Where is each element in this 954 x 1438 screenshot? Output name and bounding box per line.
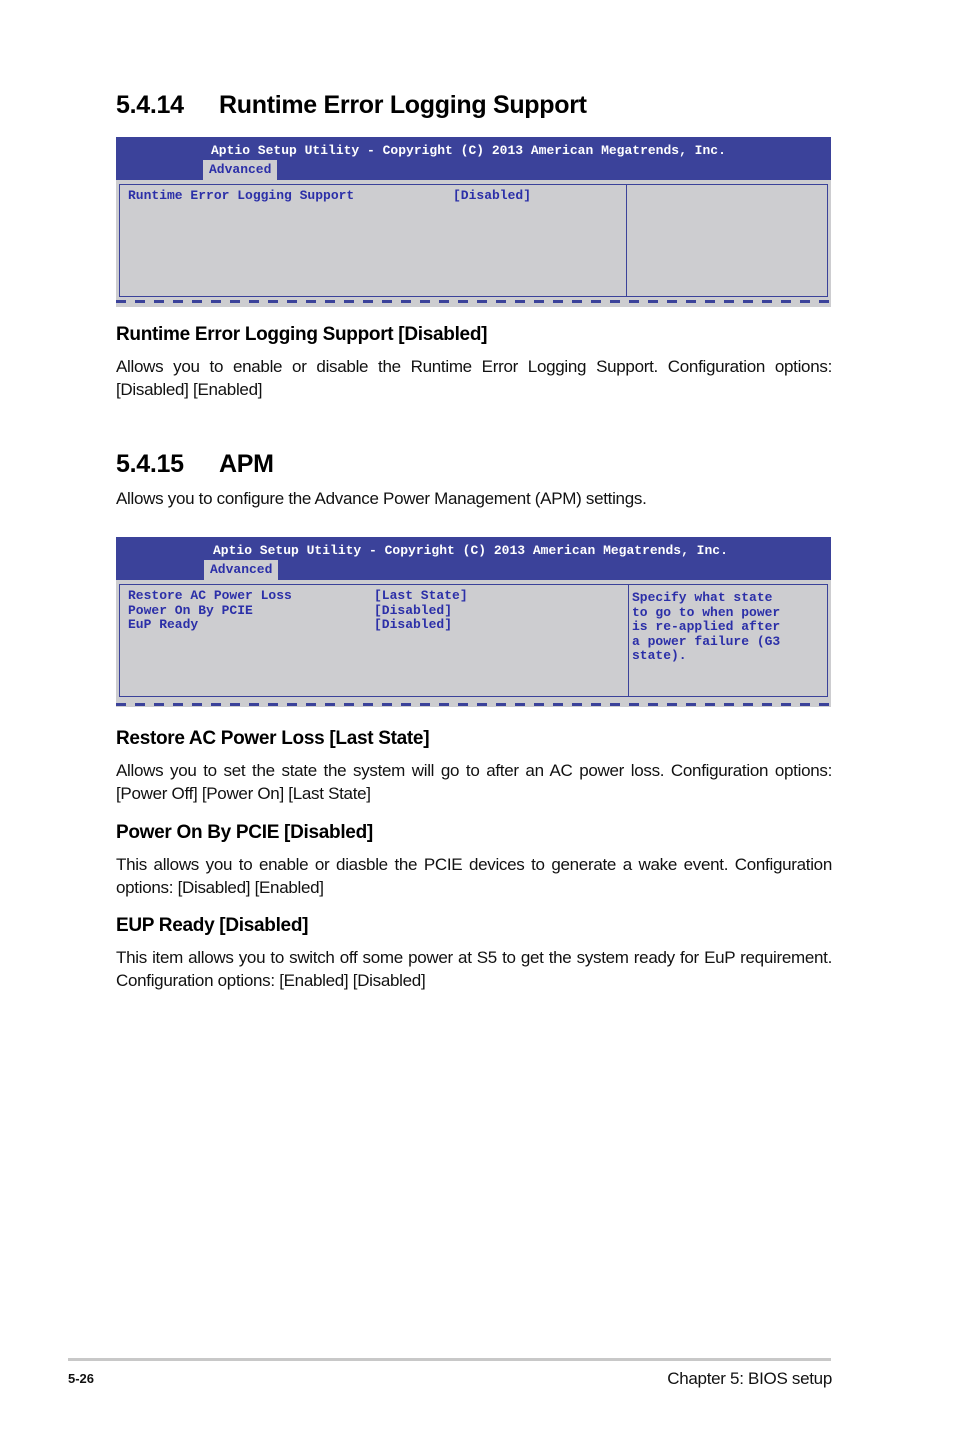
bios-panel-divider xyxy=(628,585,629,696)
bios-dashed-border xyxy=(116,300,832,303)
bios-tab-advanced[interactable]: Advanced xyxy=(203,160,278,180)
bios-item-value[interactable]: [Disabled] xyxy=(374,617,452,633)
section-title: APM xyxy=(219,450,274,478)
option-description-power-on-by-pcie: This allows you to enable or diasble the… xyxy=(116,855,832,897)
footer-rule xyxy=(68,1358,831,1361)
bios-dashed-border xyxy=(116,703,832,706)
option-heading-restore-ac-power-loss: Restore AC Power Loss [Last State] xyxy=(116,728,430,749)
footer-chapter-title: Chapter 5: BIOS setup xyxy=(667,1369,832,1388)
option-heading-runtime-error-logging: Runtime Error Logging Support [Disabled] xyxy=(116,324,488,345)
option-description-restore-ac-power-loss: Allows you to set the state the system w… xyxy=(116,761,832,803)
bios-help-text: Specify what state to go to when power i… xyxy=(632,590,781,663)
section-heading-apm: 5.4.15 APM xyxy=(116,450,274,479)
bios-tab-advanced[interactable]: Advanced xyxy=(204,560,279,580)
option-description-runtime-error-logging: Allows you to enable or disable the Runt… xyxy=(116,357,832,399)
bios-item-eup-ready[interactable]: EuP Ready xyxy=(128,617,198,633)
bios-title-bar: Aptio Setup Utility - Copyright (C) 2013… xyxy=(211,143,726,158)
section-intro-apm: Allows you to configure the Advance Powe… xyxy=(116,489,647,508)
bios-body: Runtime Error Logging Support [Disabled] xyxy=(116,180,832,307)
bios-panel-divider xyxy=(626,185,627,296)
bios-screenshot-runtime-error: Aptio Setup Utility - Copyright (C) 2013… xyxy=(116,137,832,307)
section-number: 5.4.14 xyxy=(116,91,184,119)
bios-title-bar: Aptio Setup Utility - Copyright (C) 2013… xyxy=(213,543,728,558)
bios-body: Restore AC Power Loss [Last State] Power… xyxy=(116,580,832,707)
bios-item-label: Runtime Error Logging Support xyxy=(128,188,355,203)
bios-item-runtime-error-logging[interactable]: Runtime Error Logging Support xyxy=(128,188,355,204)
bios-item-value[interactable]: [Disabled] xyxy=(453,188,531,204)
bios-item-power-on-by-pcie[interactable]: Power On By PCIE xyxy=(128,603,253,619)
option-heading-eup-ready: EUP Ready [Disabled] xyxy=(116,915,309,936)
section-number: 5.4.15 xyxy=(116,450,184,478)
bios-screenshot-apm: Aptio Setup Utility - Copyright (C) 2013… xyxy=(116,537,832,707)
section-title: Runtime Error Logging Support xyxy=(219,91,587,119)
bios-item-value[interactable]: [Last State] xyxy=(374,588,468,604)
option-description-eup-ready: This item allows you to switch off some … xyxy=(116,948,832,990)
bios-item-value[interactable]: [Disabled] xyxy=(374,603,452,619)
bios-item-restore-ac-power-loss[interactable]: Restore AC Power Loss xyxy=(128,588,292,604)
section-heading-runtime-error-logging: 5.4.14 Runtime Error Logging Support xyxy=(116,91,587,120)
bios-header: Aptio Setup Utility - Copyright (C) 2013… xyxy=(116,537,831,580)
option-heading-power-on-by-pcie: Power On By PCIE [Disabled] xyxy=(116,822,373,843)
footer-page-number: 5-26 xyxy=(68,1371,95,1386)
bios-header: Aptio Setup Utility - Copyright (C) 2013… xyxy=(116,137,831,180)
